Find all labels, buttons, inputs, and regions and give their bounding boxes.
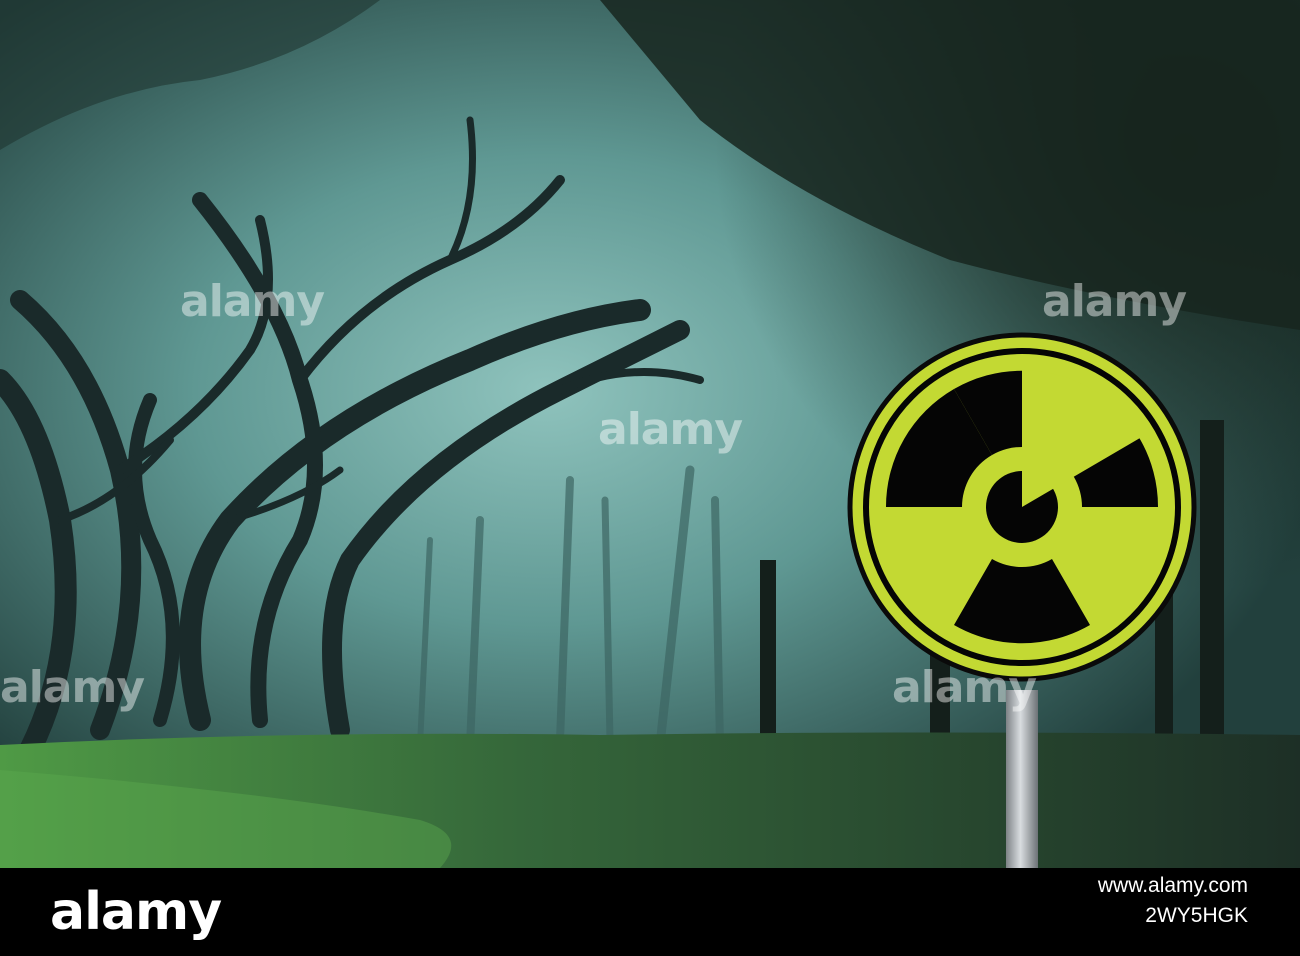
footer-logo: alamy: [50, 882, 222, 942]
watermark: alamy: [892, 662, 1037, 713]
watermark: alamy: [180, 276, 325, 327]
radiation-sign: [847, 332, 1197, 682]
forest-photo: alamy alamy alamy alamy alamy: [0, 0, 1300, 868]
footer-bar: alamy www.alamy.com 2WY5HGK: [0, 868, 1300, 956]
watermark: alamy: [598, 404, 743, 455]
image-id: 2WY5HGK: [1145, 904, 1248, 927]
watermark: alamy: [0, 662, 145, 713]
sign-pole: [1006, 690, 1038, 868]
footer-url: www.alamy.com: [1097, 874, 1248, 897]
watermark: alamy: [1042, 276, 1187, 327]
